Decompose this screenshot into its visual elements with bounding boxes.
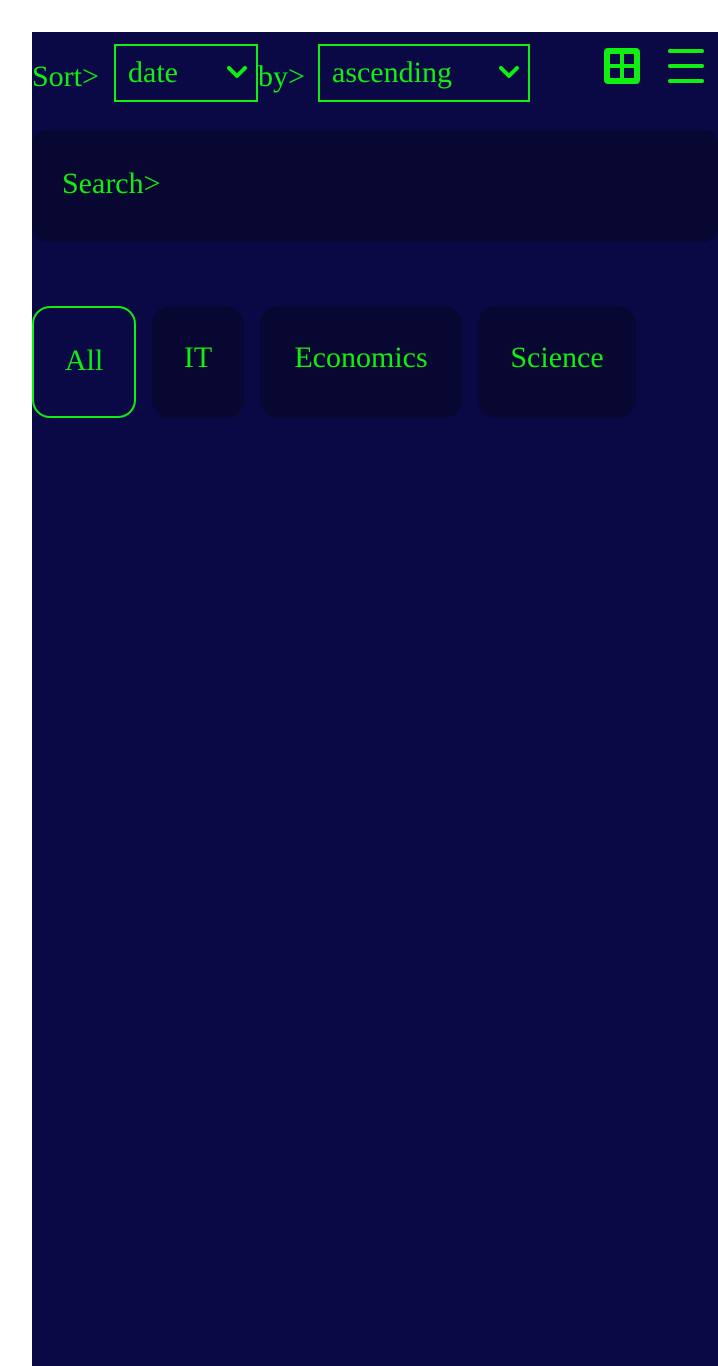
- category-filter-bar: All IT Economics Science: [32, 306, 718, 418]
- sort-field-value: date: [128, 56, 178, 89]
- by-label: by>: [258, 60, 305, 93]
- search-label: Search>: [62, 167, 161, 200]
- chevron-down-icon: [227, 66, 247, 78]
- category-chip-economics[interactable]: Economics: [260, 306, 462, 418]
- sort-toolbar: Sort> date by> ascending: [32, 44, 718, 102]
- category-chip-science[interactable]: Science: [478, 306, 636, 418]
- search-input[interactable]: Search>: [32, 130, 718, 242]
- main-panel: Sort> date by> ascending Search> All IT …: [32, 32, 718, 1366]
- category-chip-label: Science: [510, 341, 604, 374]
- menu-list-icon[interactable]: [666, 46, 706, 86]
- chevron-down-icon: [499, 66, 519, 78]
- grid-view-icon[interactable]: [602, 46, 642, 86]
- category-chip-all[interactable]: All: [32, 306, 136, 418]
- category-chip-it[interactable]: IT: [152, 306, 244, 418]
- category-chip-label: All: [64, 344, 104, 377]
- sort-label: Sort>: [32, 60, 99, 93]
- sort-order-select[interactable]: ascending: [318, 44, 530, 102]
- category-chip-label: Economics: [294, 341, 428, 374]
- sort-field-select[interactable]: date: [114, 44, 258, 102]
- sort-order-value: ascending: [332, 56, 452, 89]
- category-chip-label: IT: [183, 341, 213, 374]
